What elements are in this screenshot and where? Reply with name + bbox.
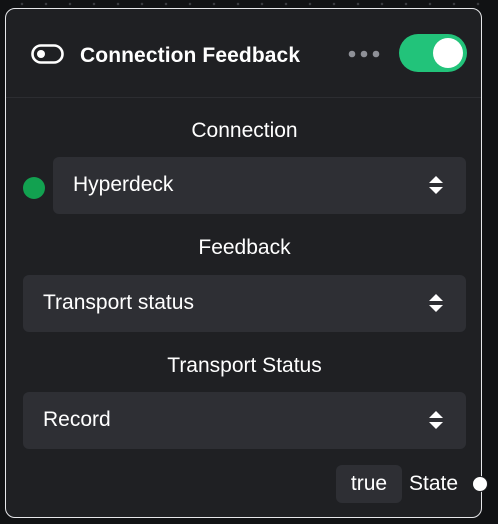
enable-toggle[interactable] — [399, 34, 467, 72]
connection-label: Connection — [191, 119, 298, 142]
output-state-label: State — [409, 472, 459, 495]
toggle-icon — [31, 44, 64, 64]
output-value-chip: true — [336, 465, 402, 503]
connection-status-indicator — [23, 177, 45, 199]
chevron-up-down-icon — [429, 294, 443, 312]
connection-select-value: Hyperdeck — [73, 173, 174, 196]
feedback-select-value: Transport status — [43, 291, 194, 314]
node-header: Connection Feedback — [6, 9, 481, 98]
more-options-icon[interactable] — [346, 47, 382, 61]
feedback-select[interactable]: Transport status — [23, 275, 466, 332]
chevron-up-down-icon — [429, 411, 443, 429]
state-output-handle[interactable] — [472, 476, 488, 492]
transport-status-select[interactable]: Record — [23, 392, 466, 449]
transport-status-label: Transport Status — [167, 354, 322, 377]
canvas-background — [0, 0, 498, 8]
connection-feedback-node[interactable]: Connection Feedback Connection Hyperdeck… — [5, 8, 488, 518]
connection-select[interactable]: Hyperdeck — [53, 157, 466, 214]
transport-status-select-value: Record — [43, 408, 111, 431]
feedback-label: Feedback — [198, 236, 291, 259]
node-title: Connection Feedback — [80, 44, 301, 67]
chevron-up-down-icon — [429, 176, 443, 194]
toggle-knob — [433, 38, 463, 68]
